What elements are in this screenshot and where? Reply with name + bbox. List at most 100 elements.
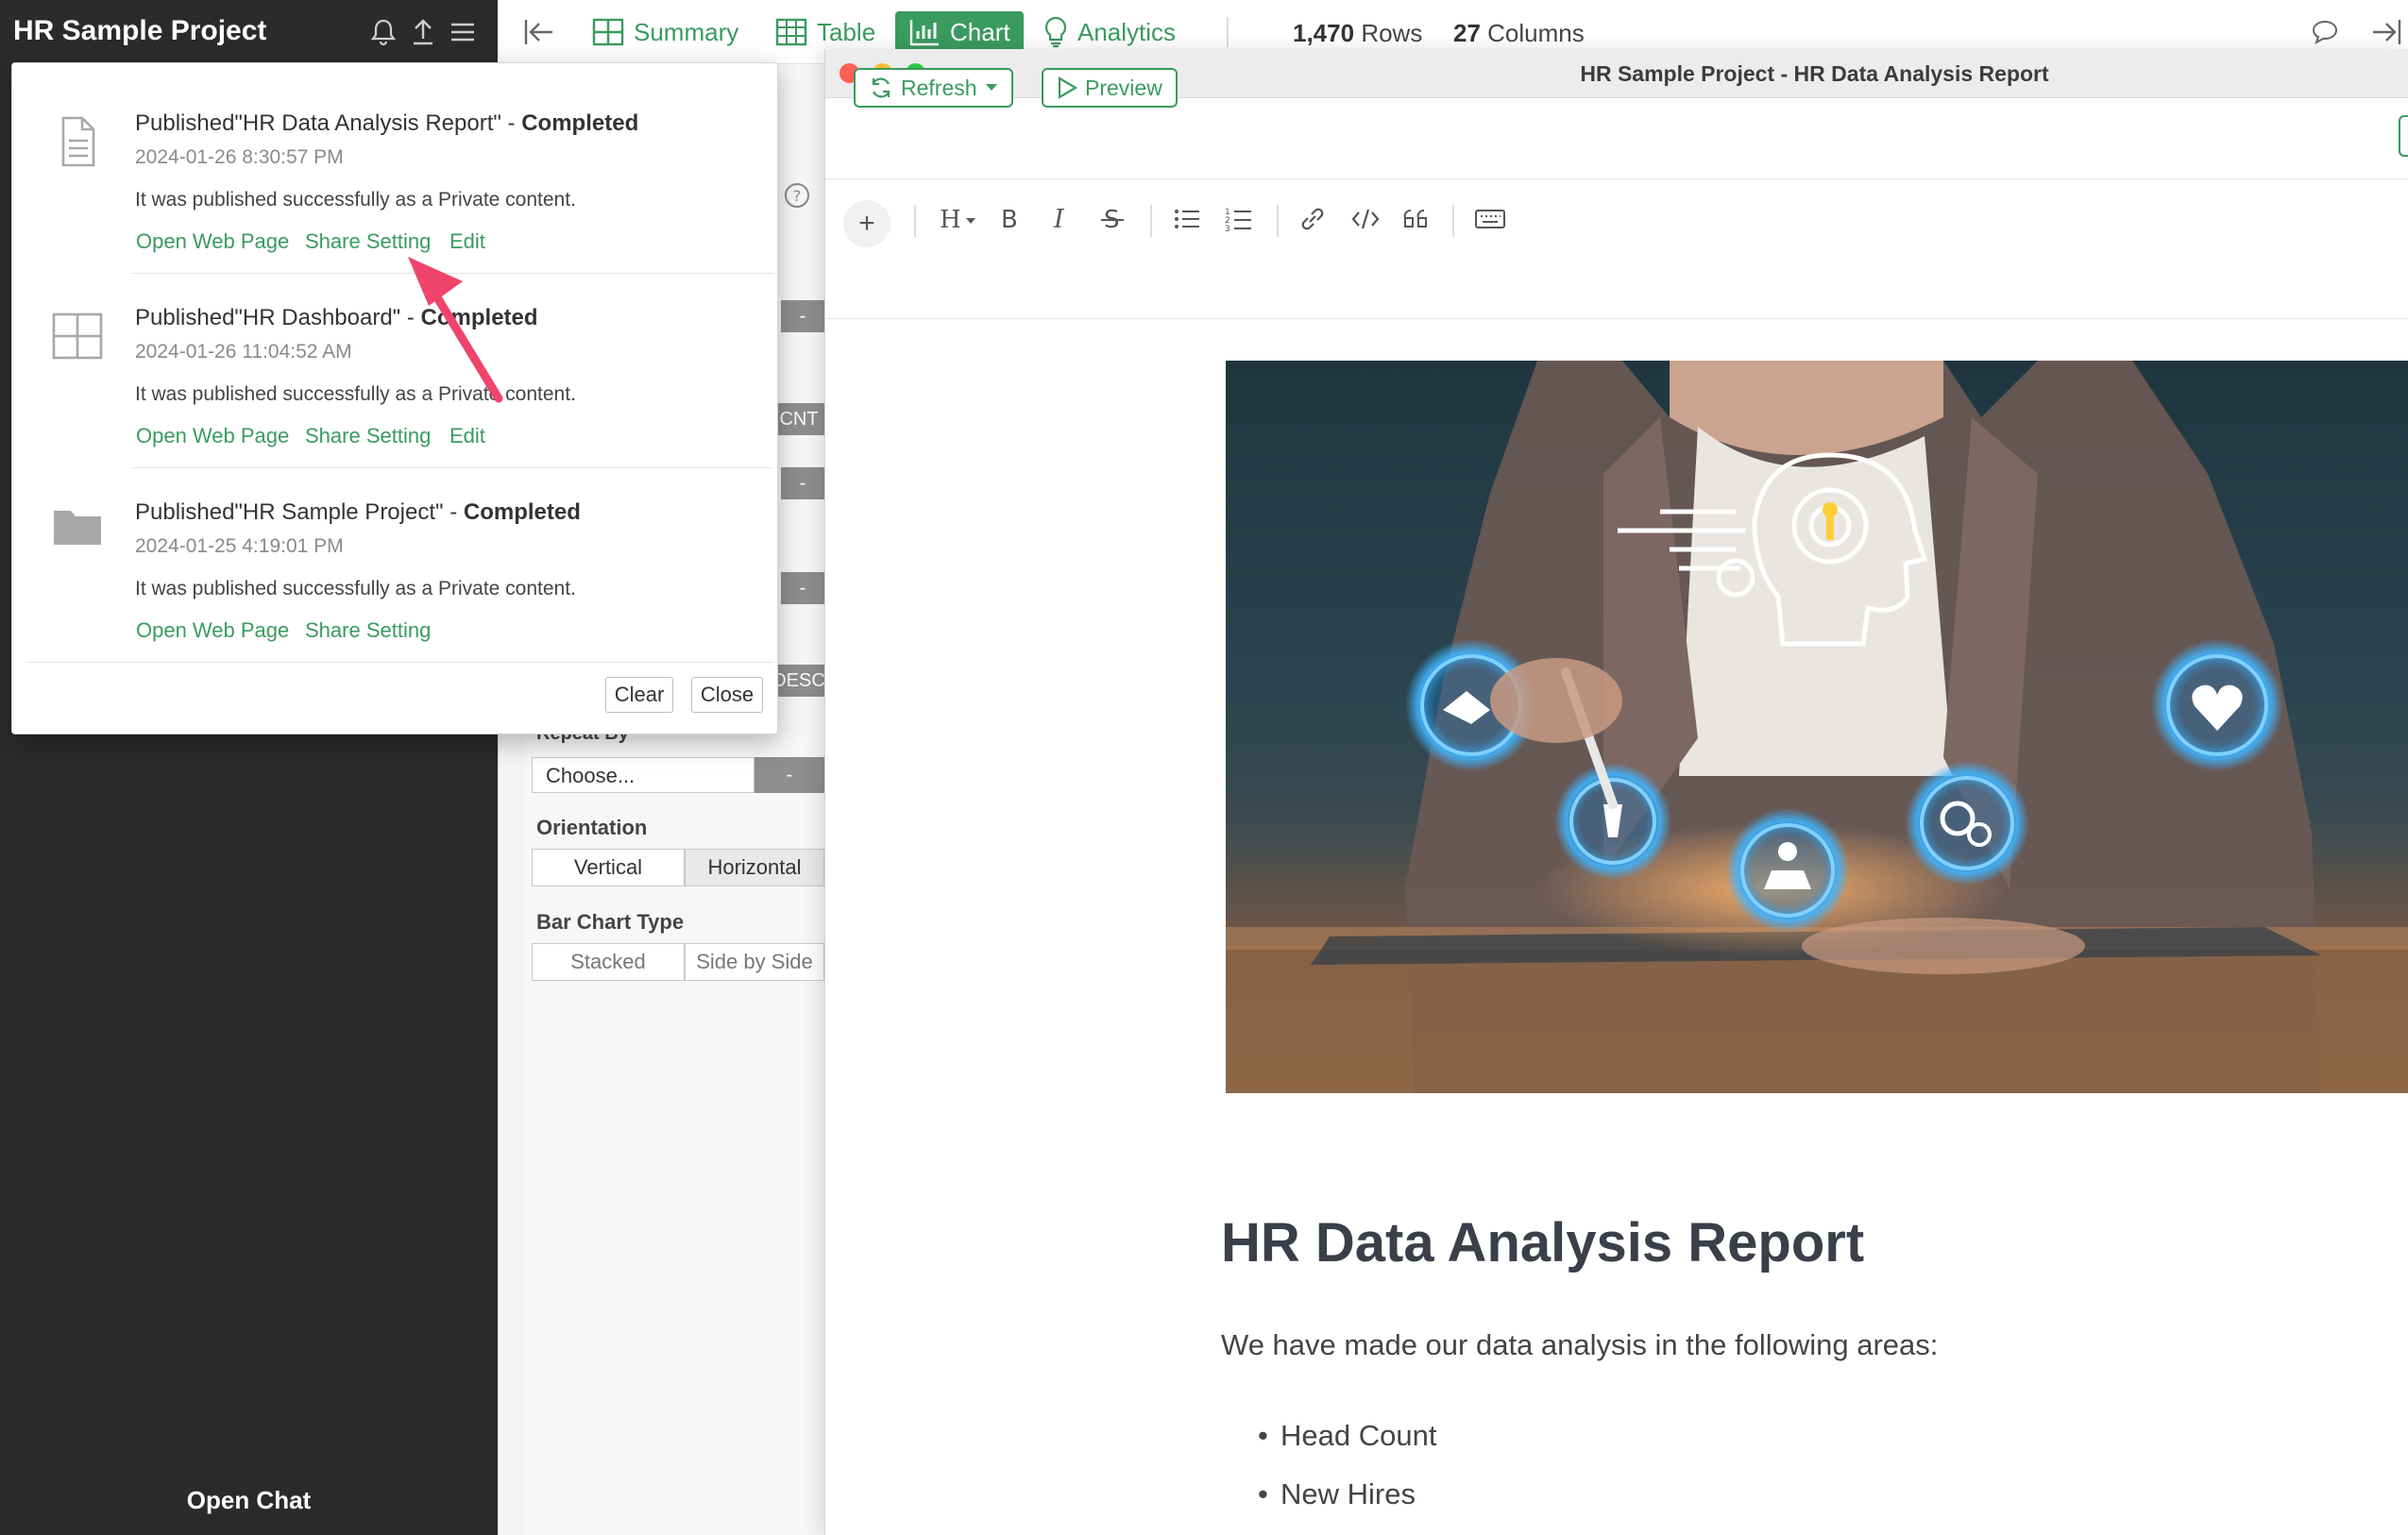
orientation-label: Orientation xyxy=(536,816,648,839)
editor-separator xyxy=(1277,205,1279,237)
editor-separator xyxy=(1150,205,1152,237)
tab-table[interactable]: Table xyxy=(775,13,875,51)
document-action-bar xyxy=(825,98,2408,179)
preview-button[interactable]: Preview xyxy=(1042,68,1178,108)
menu-icon[interactable] xyxy=(446,15,480,49)
code-icon[interactable] xyxy=(1347,200,1384,238)
preview-label: Preview xyxy=(1085,75,1162,100)
tab-analytics[interactable]: Analytics xyxy=(1043,13,1176,51)
upload-icon[interactable] xyxy=(406,15,440,49)
refresh-label: Refresh xyxy=(901,75,977,100)
bar-chart-type-label: Bar Chart Type xyxy=(536,910,685,934)
summary-icon xyxy=(592,18,624,46)
bullet-list-icon[interactable] xyxy=(1168,200,1206,238)
report-intro-paragraph: We have made our data analysis in the fo… xyxy=(1221,1328,1939,1361)
tab-chart[interactable]: Chart xyxy=(895,11,1024,53)
repeat-by-select[interactable]: Choose... xyxy=(532,757,755,793)
edit-link[interactable]: Edit xyxy=(449,229,485,254)
bar-type-side-by-side-option[interactable]: Side by Side xyxy=(685,943,824,981)
orientation-horizontal-option[interactable]: Horizontal xyxy=(685,849,824,886)
bar-type-stacked-option[interactable]: Stacked xyxy=(532,943,685,981)
bell-icon[interactable] xyxy=(366,15,400,49)
tab-chart-label: Chart xyxy=(950,17,1010,46)
folder-icon xyxy=(48,498,107,556)
open-chat-button[interactable]: Open Chat xyxy=(0,1486,498,1515)
open-web-page-link[interactable]: Open Web Page xyxy=(136,424,289,448)
numbered-list-icon[interactable]: 123 xyxy=(1220,200,1258,238)
dashboard-icon xyxy=(48,307,107,365)
keyboard-icon[interactable] xyxy=(1471,200,1509,238)
lightbulb-icon xyxy=(1044,16,1067,48)
svg-text:?: ? xyxy=(793,187,802,205)
bold-icon[interactable]: B xyxy=(992,200,1029,238)
notification-title-text: Published"HR Sample Project" - xyxy=(135,499,464,525)
chart-icon xyxy=(909,20,939,46)
notification-timestamp: 2024-01-26 8:30:57 PM xyxy=(135,146,344,168)
notification-message: It was published successfully as a Priva… xyxy=(135,189,576,211)
clear-button[interactable]: Clear xyxy=(605,677,673,713)
refresh-button[interactable]: Refresh xyxy=(854,68,1013,108)
open-web-page-link[interactable]: Open Web Page xyxy=(136,229,289,254)
popup-footer-divider xyxy=(27,662,773,663)
svg-text:3: 3 xyxy=(1225,225,1230,232)
svg-text:H: H xyxy=(940,206,961,233)
notification-title-text: Published"HR Dashboard" - xyxy=(135,305,421,330)
repeat-by-dash-button[interactable]: - xyxy=(755,757,824,793)
svg-text:I: I xyxy=(1053,206,1065,232)
notification-status: Completed xyxy=(521,110,639,136)
open-web-page-link[interactable]: Open Web Page xyxy=(136,618,289,643)
stub-cnt-button[interactable]: CNT xyxy=(773,403,824,435)
orientation-vertical-option[interactable]: Vertical xyxy=(532,849,685,886)
notification-title: Published"HR Dashboard" - Completed xyxy=(135,305,538,331)
stub-dash-button-2[interactable]: - xyxy=(781,467,824,499)
heading-icon[interactable]: H xyxy=(935,200,984,238)
stub-dash-button-3[interactable]: - xyxy=(781,572,824,604)
tab-analytics-label: Analytics xyxy=(1077,17,1177,46)
document-icon xyxy=(48,112,107,171)
share-setting-link[interactable]: Share Setting xyxy=(305,618,431,643)
comment-icon[interactable] xyxy=(2311,19,2339,47)
notification-status: Completed xyxy=(420,305,538,330)
collapse-right-icon[interactable] xyxy=(2369,17,2403,51)
columns-label: Columns xyxy=(1487,19,1585,47)
strikethrough-icon[interactable]: S xyxy=(1094,200,1131,238)
share-setting-link[interactable]: Share Setting xyxy=(305,424,431,448)
add-block-button[interactable]: + xyxy=(843,200,890,247)
columns-stat: 27 Columns xyxy=(1453,19,1585,48)
rows-stat: 1,470 Rows xyxy=(1293,19,1422,48)
editor-separator xyxy=(914,205,916,237)
quote-icon[interactable] xyxy=(1398,200,1435,238)
publish-button-edge[interactable] xyxy=(2399,115,2408,157)
notification-message: It was published successfully as a Priva… xyxy=(135,383,576,405)
table-icon xyxy=(775,18,807,46)
chevron-down-icon xyxy=(985,84,997,91)
report-hero-image xyxy=(1226,361,2408,1093)
rows-count: 1,470 xyxy=(1293,19,1355,47)
stub-desc-button[interactable]: DESC xyxy=(773,665,824,697)
notification-title: Published"HR Sample Project" - Completed xyxy=(135,499,581,526)
notification-timestamp: 2024-01-26 11:04:52 AM xyxy=(135,341,352,363)
list-item: New Hires xyxy=(1258,1477,1416,1511)
columns-count: 27 xyxy=(1453,19,1481,47)
link-icon[interactable] xyxy=(1294,200,1331,238)
notification-status: Completed xyxy=(463,499,581,525)
project-title: HR Sample Project xyxy=(13,15,267,46)
notification-divider xyxy=(131,273,773,274)
edit-link[interactable]: Edit xyxy=(449,424,485,448)
svg-text:B: B xyxy=(1001,206,1018,232)
stub-value-button[interactable]: - xyxy=(781,300,824,332)
collapse-left-icon[interactable] xyxy=(522,17,556,51)
play-icon xyxy=(1058,76,1077,99)
tab-summary[interactable]: Summary xyxy=(592,13,738,51)
sidebar-header: HR Sample Project xyxy=(0,0,498,64)
publish-notifications-popup: Published"HR Data Analysis Report" - Com… xyxy=(11,62,778,734)
list-item: Head Count xyxy=(1258,1419,1437,1453)
italic-icon[interactable]: I xyxy=(1043,200,1080,238)
editor-separator xyxy=(1452,205,1454,237)
tab-summary-label: Summary xyxy=(634,17,739,46)
share-setting-link[interactable]: Share Setting xyxy=(305,229,431,254)
notification-message: It was published successfully as a Priva… xyxy=(135,578,576,599)
close-button[interactable]: Close xyxy=(691,677,763,713)
help-icon[interactable]: ? xyxy=(781,179,813,211)
notification-title: Published"HR Data Analysis Report" - Com… xyxy=(135,110,638,137)
